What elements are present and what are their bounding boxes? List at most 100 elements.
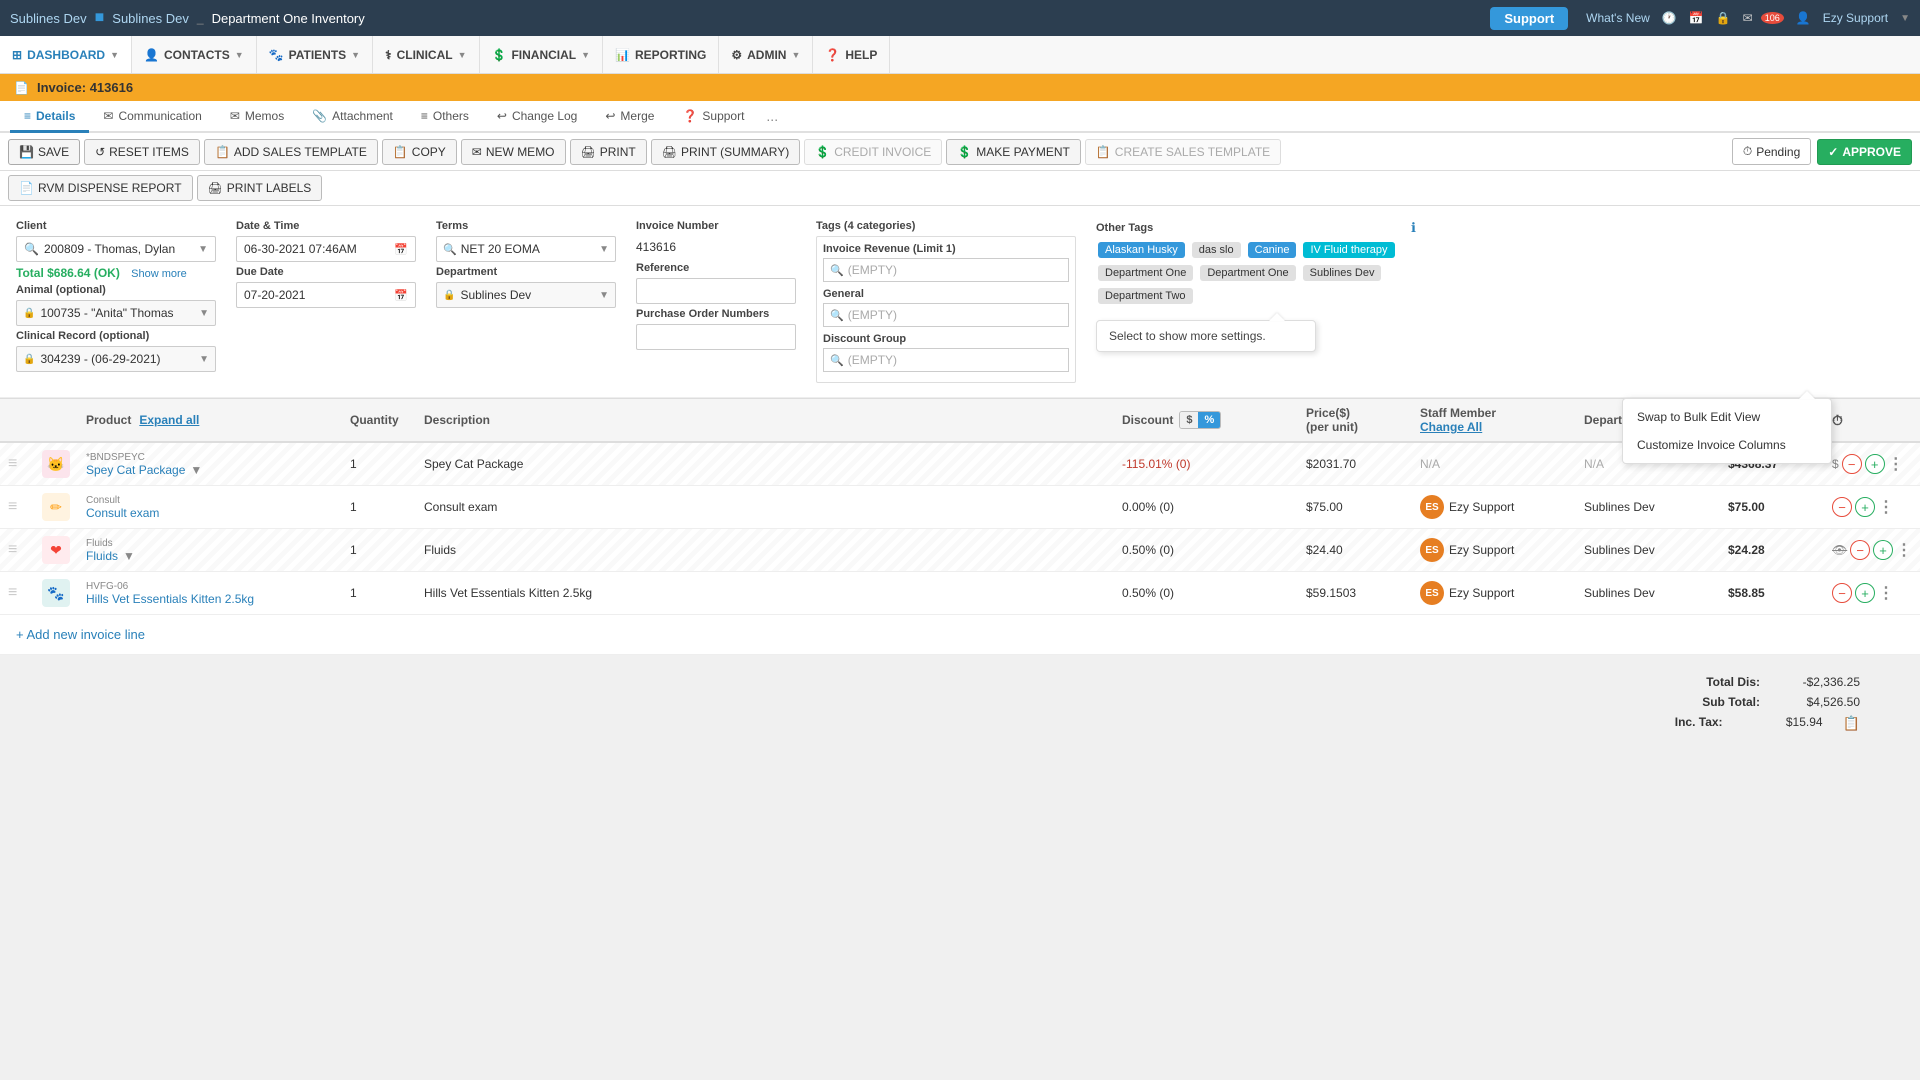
row1-drag[interactable]: ≡ — [8, 455, 38, 473]
due-calendar-icon[interactable]: 📅 — [394, 289, 408, 302]
create-sales-template-button[interactable]: 📋 CREATE SALES TEMPLATE — [1085, 139, 1281, 165]
print-labels-button[interactable]: 🖨 PRINT LABELS — [197, 175, 323, 201]
tab-more[interactable]: ... — [758, 101, 786, 131]
row1-expand[interactable]: ▼ — [190, 463, 202, 477]
make-payment-button[interactable]: 💲 MAKE PAYMENT — [946, 139, 1081, 165]
nav-reporting[interactable]: 📊 REPORTING — [603, 36, 719, 73]
row4-more-btn[interactable]: ⋮ — [1878, 583, 1894, 603]
print-button[interactable]: 🖨 PRINT — [570, 139, 647, 165]
tab-merge[interactable]: ↩ Merge — [591, 101, 668, 133]
row2-more-btn[interactable]: ⋮ — [1878, 497, 1894, 517]
row4-product: HVFG-06 Hills Vet Essentials Kitten 2.5k… — [86, 581, 346, 606]
nav-patients[interactable]: 🐾 PATIENTS ▼ — [257, 36, 373, 73]
general-input[interactable]: 🔍 (EMPTY) — [823, 303, 1069, 327]
attachment-tab-icon: 📎 — [312, 109, 327, 123]
row1-dollar-icon[interactable]: $ — [1832, 457, 1839, 471]
col-product: Product Expand all — [86, 413, 346, 427]
pending-button[interactable]: ⏱ Pending — [1732, 138, 1811, 165]
nav-clinical[interactable]: ⚕ CLINICAL ▼ — [373, 36, 479, 73]
row1-minus-btn[interactable]: − — [1842, 454, 1862, 474]
row4-code: HVFG-06 — [86, 581, 346, 592]
tab-support[interactable]: ❓ Support — [668, 101, 758, 133]
department-label: Department — [436, 266, 616, 278]
expand-all-link[interactable]: Expand all — [139, 413, 199, 427]
nav-dashboard[interactable]: ⊞ DASHBOARD ▼ — [0, 36, 132, 73]
approve-button[interactable]: ✓ APPROVE — [1817, 139, 1912, 165]
row4-drag[interactable]: ≡ — [8, 584, 38, 602]
add-sales-template-button[interactable]: 📋 ADD SALES TEMPLATE — [204, 139, 378, 165]
copy-button[interactable]: 📋 COPY — [382, 139, 457, 165]
save-button[interactable]: 💾 SAVE — [8, 139, 80, 165]
dashboard-icon: ⊞ — [12, 48, 22, 62]
animal-arrow[interactable]: ▼ — [199, 308, 209, 319]
row3-minus-btn[interactable]: − — [1850, 540, 1870, 560]
row3-name-link[interactable]: Fluids — [86, 549, 118, 563]
nav-financial[interactable]: 💲 FINANCIAL ▼ — [480, 36, 604, 73]
new-memo-button[interactable]: ✉ NEW MEMO — [461, 139, 566, 165]
due-date-input[interactable]: 07-20-2021 📅 — [236, 282, 416, 308]
dept-arrow[interactable]: ▼ — [599, 290, 609, 301]
row3-eye-slash[interactable]: 👁 — [1832, 543, 1847, 557]
tab-details[interactable]: ≡ Details — [10, 101, 89, 133]
print-summary-button[interactable]: 🖨 PRINT (SUMMARY) — [651, 139, 800, 165]
show-more-link[interactable]: Show more — [131, 268, 187, 280]
calendar-icon[interactable]: 📅 — [394, 243, 408, 256]
nav-help[interactable]: ❓ HELP — [813, 36, 890, 73]
row1-more-btn[interactable]: ⋮ — [1888, 454, 1904, 474]
user-name[interactable]: Ezy Support — [1823, 11, 1888, 25]
row2-discount: 0.00% (0) — [1122, 500, 1302, 514]
contacts-icon: 👤 — [144, 48, 159, 62]
terms-label: Terms — [436, 220, 616, 232]
discount-toggle[interactable]: $ % — [1179, 411, 1221, 429]
swap-bulk-edit-item[interactable]: Swap to Bulk Edit View — [1623, 403, 1831, 431]
whats-new-link[interactable]: What's New — [1586, 11, 1650, 25]
tab-others[interactable]: ≡ Others — [407, 101, 483, 133]
purchase-order-input[interactable] — [636, 324, 796, 350]
nav-admin[interactable]: ⚙ ADMIN ▼ — [719, 36, 813, 73]
reference-input[interactable] — [636, 278, 796, 304]
rvm-dispense-report-button[interactable]: 📄 RVM DISPENSE REPORT — [8, 175, 193, 201]
support-button[interactable]: Support — [1490, 7, 1568, 30]
customize-columns-item[interactable]: Customize Invoice Columns — [1623, 431, 1831, 459]
row4-name-link[interactable]: Hills Vet Essentials Kitten 2.5kg — [86, 592, 346, 606]
other-tags-wrap: Alaskan Husky das slo Canine IV Fluid th… — [1096, 240, 1416, 306]
nav-bar: ⊞ DASHBOARD ▼ 👤 CONTACTS ▼ 🐾 PATIENTS ▼ … — [0, 36, 1920, 74]
row1-name-link[interactable]: Spey Cat Package — [86, 463, 185, 477]
row2-plus-btn[interactable]: + — [1855, 497, 1875, 517]
change-all-link[interactable]: Change All — [1420, 420, 1580, 434]
row3-drag[interactable]: ≡ — [8, 541, 38, 559]
tab-memos[interactable]: ✉ Memos — [216, 101, 298, 133]
row2-drag[interactable]: ≡ — [8, 498, 38, 516]
clinical-arrow[interactable]: ▼ — [199, 354, 209, 365]
row4-minus-btn[interactable]: − — [1832, 583, 1852, 603]
row4-plus-btn[interactable]: + — [1855, 583, 1875, 603]
discount-group-input[interactable]: 🔍 (EMPTY) — [823, 348, 1069, 372]
info-icon[interactable]: ℹ — [1411, 220, 1416, 236]
animal-input[interactable]: 🔒 100735 - "Anita" Thomas ▼ — [16, 300, 216, 326]
tab-communication[interactable]: ✉ Communication — [89, 101, 215, 133]
department-input[interactable]: 🔒 Sublines Dev ▼ — [436, 282, 616, 308]
client-dropdown-arrow[interactable]: ▼ — [198, 244, 208, 255]
row3-plus-btn[interactable]: + — [1873, 540, 1893, 560]
client-input[interactable]: 🔍 200809 - Thomas, Dylan ▼ — [16, 236, 216, 262]
terms-select[interactable]: 🔍 NET 20 EOMA ▼ — [436, 236, 616, 262]
reset-items-button[interactable]: ↺ RESET ITEMS — [84, 139, 200, 165]
date-time-input[interactable]: 06-30-2021 07:46AM 📅 — [236, 236, 416, 262]
add-invoice-line-button[interactable]: + Add new invoice line — [16, 627, 1904, 642]
row3-more-btn[interactable]: ⋮ — [1896, 540, 1912, 560]
invoice-revenue-input[interactable]: 🔍 (EMPTY) — [823, 258, 1069, 282]
row3-expand[interactable]: ▼ — [123, 549, 135, 563]
nav-contacts[interactable]: 👤 CONTACTS ▼ — [132, 36, 257, 73]
settings-gear-icon[interactable]: ⏱ — [1832, 412, 1843, 428]
tab-attachment[interactable]: 📎 Attachment — [298, 101, 407, 133]
row1-plus-btn[interactable]: + — [1865, 454, 1885, 474]
row2-minus-btn[interactable]: − — [1832, 497, 1852, 517]
tags-label: Tags (4 categories) — [816, 220, 1076, 232]
tab-changelog[interactable]: ↩ Change Log — [483, 101, 591, 133]
tag-dept-two: Department Two — [1098, 288, 1193, 304]
row2-name-link[interactable]: Consult exam — [86, 506, 346, 520]
clinical-record-input[interactable]: 🔒 304239 - (06-29-2021) ▼ — [16, 346, 216, 372]
tax-icon[interactable]: 📋 — [1843, 715, 1860, 732]
row4-actions: − + ⋮ — [1832, 583, 1912, 603]
credit-invoice-button[interactable]: 💲 CREDIT INVOICE — [804, 139, 942, 165]
